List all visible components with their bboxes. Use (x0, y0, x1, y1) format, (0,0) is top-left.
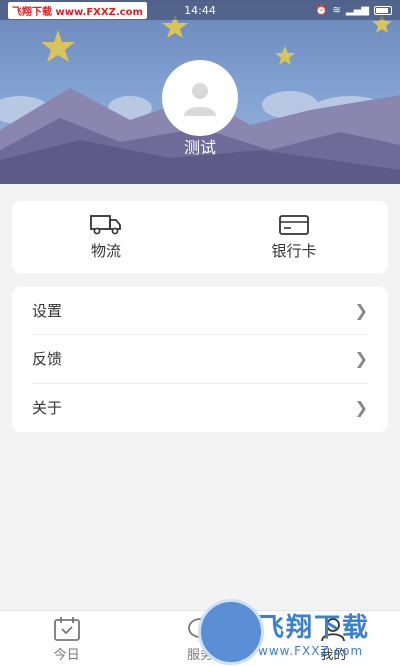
menu-list: 设置 ❯ 反馈 ❯ 关于 ❯ (12, 287, 388, 432)
wifi-icon: ≋ (332, 4, 341, 16)
watermark-logo: 飞翔下载 www.FXXZ.com (198, 597, 400, 667)
chevron-right-icon: ❯ (354, 398, 368, 418)
user-avatar-icon (184, 83, 216, 116)
star-decoration (275, 46, 295, 65)
menu-item-feedback[interactable]: 反馈 ❯ (32, 335, 368, 384)
logistics-label: 物流 (90, 241, 121, 260)
alarm-icon: ⏰ (315, 4, 328, 16)
watermark-url: www.FXXZ.com (258, 643, 364, 658)
quick-actions-card: 物流 银行卡 (12, 201, 388, 273)
truck-icon (90, 214, 121, 234)
calendar-icon (53, 616, 80, 641)
menu-item-label: 关于 (32, 399, 63, 418)
status-icons: ⏰ ≋ ▂▄▆ (315, 5, 392, 16)
star-decoration (41, 30, 75, 62)
status-bar: 飞翔下载 www.FXXZ.com 14:44 ⏰ ≋ ▂▄▆ (0, 0, 400, 20)
tab-today[interactable]: 今日 (0, 611, 133, 667)
watermark-emblem-icon (198, 599, 264, 665)
bank-card-button[interactable]: 银行卡 (200, 201, 388, 273)
menu-item-about[interactable]: 关于 ❯ (32, 384, 368, 432)
status-watermark: 飞翔下载 www.FXXZ.com (8, 1, 147, 19)
signal-icon: ▂▄▆ (345, 4, 369, 16)
watermark-title: 飞翔下载 (258, 612, 371, 643)
chevron-right-icon: ❯ (354, 301, 368, 321)
avatar[interactable] (162, 60, 238, 136)
menu-item-label: 设置 (32, 302, 63, 321)
tab-label: 今日 (53, 647, 80, 663)
status-time: 14:44 (184, 3, 216, 17)
username: 测试 (183, 138, 216, 157)
chevron-right-icon: ❯ (354, 349, 368, 369)
battery-icon (374, 5, 392, 15)
bank-card-icon (279, 214, 309, 235)
bank-card-label: 银行卡 (271, 241, 317, 260)
logistics-button[interactable]: 物流 (12, 201, 200, 273)
menu-item-settings[interactable]: 设置 ❯ (32, 287, 368, 336)
menu-item-label: 反馈 (32, 350, 63, 369)
